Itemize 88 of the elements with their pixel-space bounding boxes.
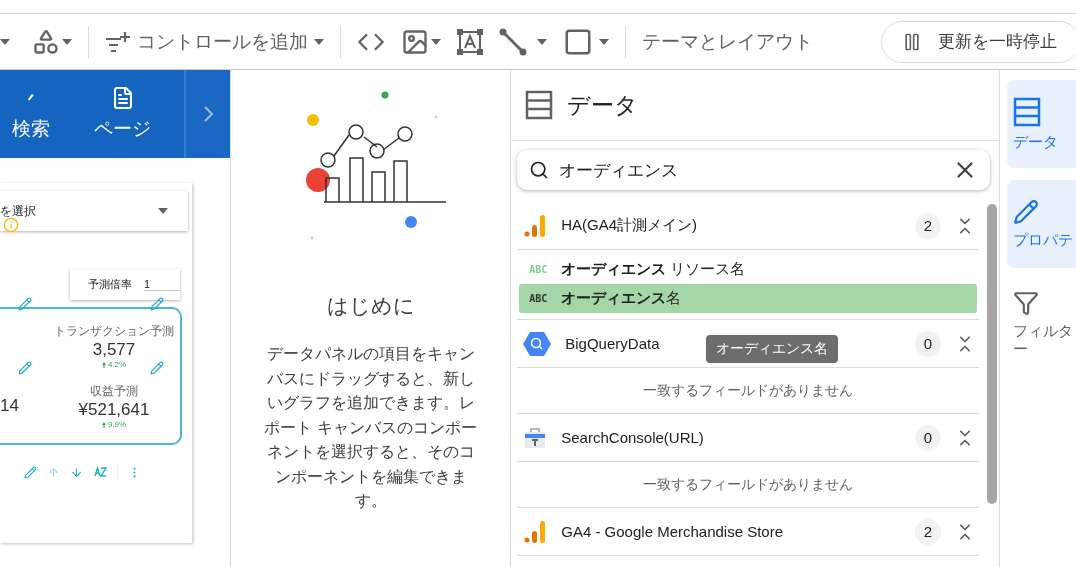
bar-chart-icon xyxy=(523,213,548,238)
pause-icon xyxy=(902,31,922,52)
scrollbar[interactable] xyxy=(987,204,997,504)
decoration-dot xyxy=(434,115,438,119)
data-source-name: BigQueryData xyxy=(565,335,660,352)
decoration-dot xyxy=(306,114,319,126)
bar xyxy=(348,157,364,203)
metric-change: 4.2% xyxy=(107,360,127,369)
side-tab[interactable]: データ xyxy=(1007,80,1076,168)
text-type-label: ABC xyxy=(529,264,548,275)
nav-item[interactable]: 検索 xyxy=(0,70,62,158)
decoration-dot xyxy=(310,236,314,240)
info-icon xyxy=(3,217,19,233)
bar xyxy=(392,160,408,203)
theme-layout-button[interactable]: テーマとレイアウト xyxy=(642,28,813,55)
pencil-icon xyxy=(1013,199,1039,225)
trend-line xyxy=(332,134,400,157)
field-count: 0 xyxy=(915,424,941,451)
table-icon xyxy=(1013,97,1041,127)
data-source-name: HA(GA4計測メイン) xyxy=(561,216,698,235)
caret-icon[interactable] xyxy=(599,38,609,45)
data-point xyxy=(319,152,336,168)
empty-message: 一致するフィールドがありません xyxy=(643,475,854,494)
tooltip: オーディエンス名 xyxy=(706,335,839,363)
field-item[interactable]: ABC オーディエンス リソース名 xyxy=(519,255,977,284)
intro-title: はじめに xyxy=(326,293,415,319)
caret-icon[interactable] xyxy=(431,38,441,45)
dropdown[interactable]: を選択 xyxy=(0,191,188,231)
data-point xyxy=(347,124,364,140)
toolbox-icon xyxy=(523,425,548,450)
field-count: 2 xyxy=(915,518,941,545)
decoration-dot xyxy=(305,168,330,192)
image-icon[interactable] xyxy=(401,27,429,56)
pencil-icon[interactable] xyxy=(18,297,32,311)
line-icon[interactable] xyxy=(499,27,527,56)
panel-title: データ xyxy=(567,90,639,120)
table-icon xyxy=(525,90,554,120)
caret-up-icon xyxy=(27,94,34,101)
field-name: オーディエンス名 xyxy=(561,289,682,308)
pause-updates-button[interactable]: 更新を一時停止 xyxy=(881,20,1076,63)
data-source-name: GA4 - Google Merchandise Store xyxy=(561,523,784,540)
arrow-up-icon xyxy=(101,421,106,428)
field-item[interactable]: ABC オーディエンス名 xyxy=(519,284,977,313)
sort-az-icon[interactable] xyxy=(93,466,107,478)
caret-icon[interactable] xyxy=(158,208,168,214)
multiplier-control[interactable]: 予測倍率 1 xyxy=(70,269,180,300)
field-count: 2 xyxy=(915,212,941,239)
filter-plus-icon xyxy=(105,30,131,53)
intro-text: データパネルの項目をキャンバスにドラッグすると、新しいグラフを追加できます。レポート キャンバスのコンポーネントを選択すると、そのコンポーネントを編集できます。 xyxy=(263,344,478,511)
arrow-down-icon[interactable] xyxy=(70,465,83,479)
data-point xyxy=(396,126,413,142)
side-tab[interactable]: プロパテ xyxy=(1007,180,1076,268)
empty-message: 一致するフィールドがありません xyxy=(643,381,854,400)
filter-icon xyxy=(1013,290,1039,316)
text-box-icon[interactable] xyxy=(457,28,483,55)
decoration-dot xyxy=(381,91,389,99)
data-source-row[interactable]: SearchConsole(URL) 0 xyxy=(517,414,979,462)
hexagon-magnifier-icon xyxy=(523,330,552,357)
metric-label: トランザクション予測 xyxy=(54,323,174,340)
metric-change: 9.9% xyxy=(107,420,127,429)
metric-value: 3,577 xyxy=(92,340,136,360)
field-count: 0 xyxy=(915,330,941,357)
bar xyxy=(324,177,340,203)
text-type-label: ABC xyxy=(529,293,548,304)
caret-icon[interactable] xyxy=(0,38,10,45)
decoration-dot xyxy=(404,216,417,228)
nav-item[interactable]: ページ xyxy=(61,70,185,158)
metric-label: 収益予測 xyxy=(90,383,138,400)
bar xyxy=(370,171,386,203)
arrow-up-icon xyxy=(101,361,106,368)
bar-chart-icon xyxy=(523,519,548,544)
caret-icon[interactable] xyxy=(537,38,547,45)
data-source-row[interactable]: GA4 - Google Merchandise Store 2 xyxy=(517,508,979,556)
side-tab[interactable]: フィルター xyxy=(1007,280,1076,368)
caret-icon[interactable] xyxy=(314,38,324,45)
search-field[interactable]: オーディエンス xyxy=(559,160,942,180)
caret-icon[interactable] xyxy=(62,38,72,45)
metric-value: 14 xyxy=(0,396,20,416)
add-control-button[interactable]: コントロールを追加 xyxy=(105,28,324,55)
pencil-icon[interactable] xyxy=(150,297,164,311)
field-name: オーディエンス リソース名 xyxy=(561,260,746,279)
data-source-row[interactable]: HA(GA4計測メイン) 2 xyxy=(517,202,979,250)
metric-value: ¥521,641 xyxy=(78,400,150,420)
data-point xyxy=(368,143,385,159)
data-source-name: SearchConsole(URL) xyxy=(561,429,704,446)
add-chart-icon[interactable] xyxy=(32,27,60,56)
search-icon xyxy=(529,160,550,180)
chevron-right-icon xyxy=(203,106,213,122)
